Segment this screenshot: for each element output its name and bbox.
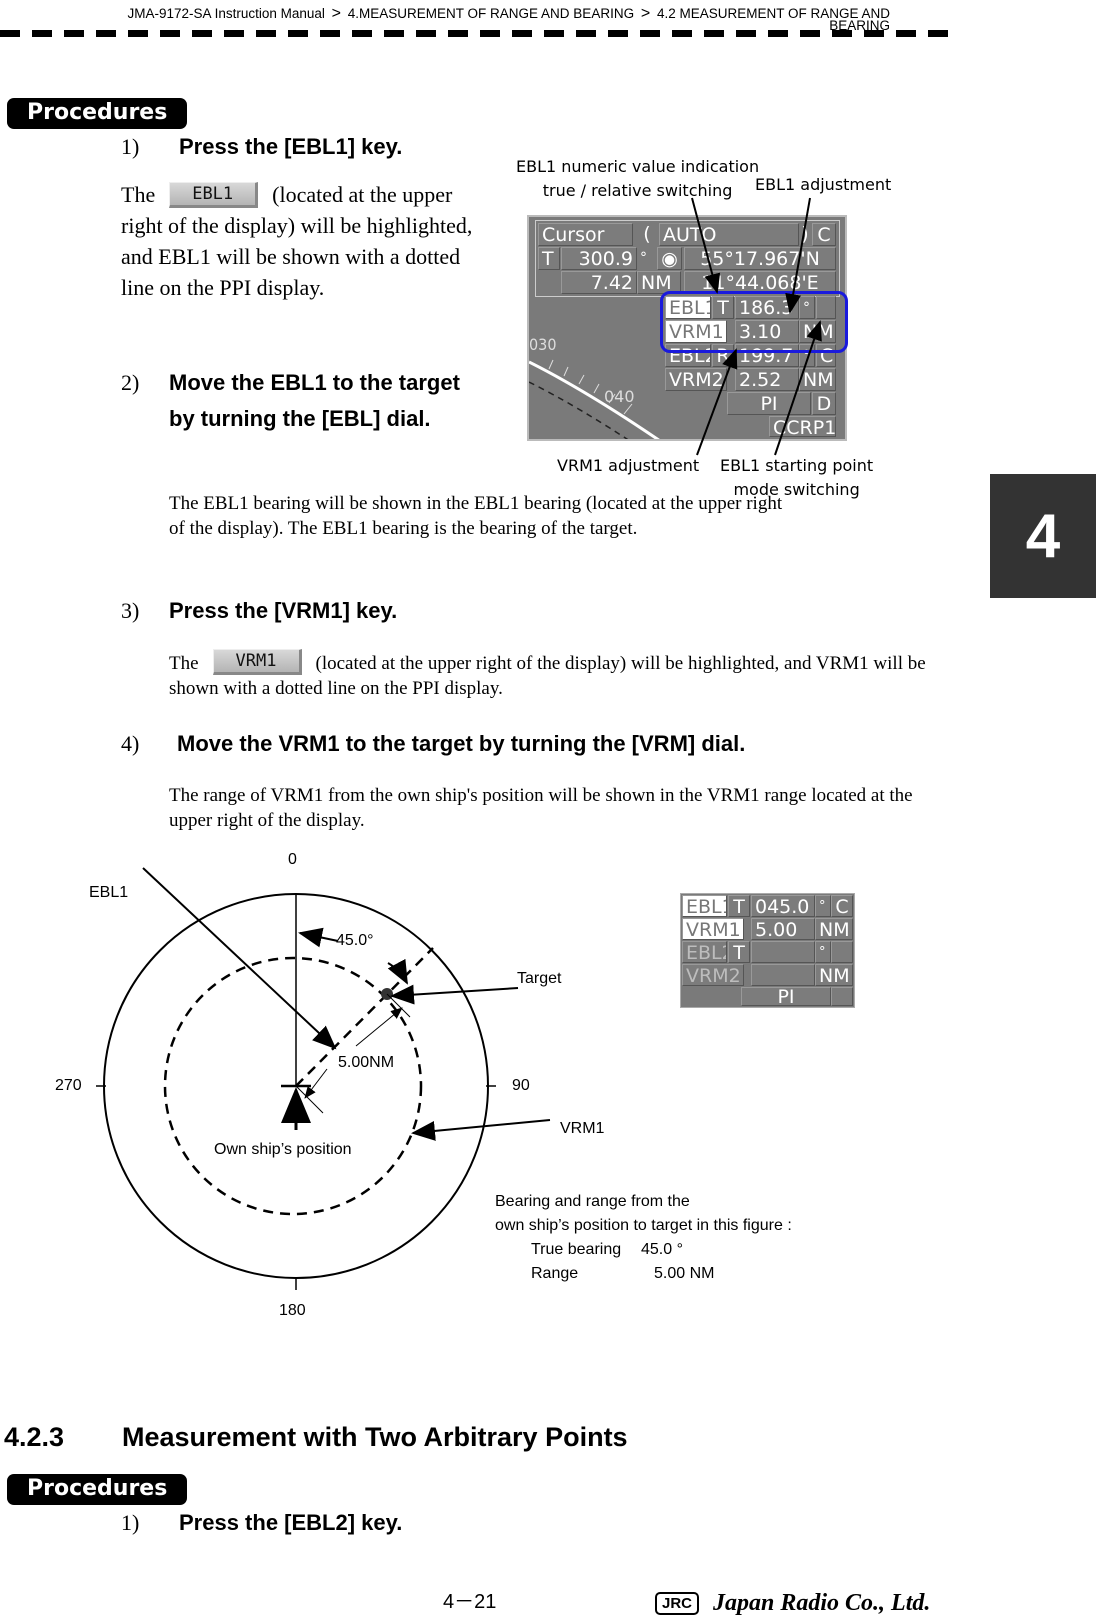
panel-blank-button[interactable]: [831, 987, 853, 1006]
bearing-180-label: 180: [279, 1302, 306, 1319]
section-heading: 4.2.3 Measurement with Two Arbitrary Poin…: [4, 1422, 628, 1453]
angle-arrow: [298, 927, 339, 948]
bearing-270-label: 270: [55, 1077, 82, 1094]
procedures-badge: Procedures: [7, 1474, 188, 1505]
section-step-1-heading: 1) Press the [EBL2] key.: [121, 1510, 402, 1536]
dim-arrow: [355, 1007, 403, 1047]
section-title: Measurement with Two Arbitrary Points: [122, 1422, 628, 1452]
summary-line: Bearing and range from the: [495, 1193, 690, 1210]
ebl1-label: EBL1: [89, 884, 129, 901]
degree-unit: °: [815, 895, 831, 917]
company-logo: JRC Japan Radio Co., Ltd.: [655, 1590, 930, 1617]
summary-bearing-row: True bearing 45.0 °: [495, 1238, 792, 1262]
summary-bearing-value: 45.0 °: [641, 1241, 683, 1258]
nm-unit: NM: [815, 964, 853, 986]
ebl2-bearing: [751, 941, 815, 963]
vrm1-pointer: [411, 1119, 551, 1141]
ebl1-true-relative-button[interactable]: T: [728, 895, 750, 917]
bearing-0-label: 0: [288, 851, 297, 868]
vrm2-button[interactable]: VRM2: [682, 964, 744, 986]
summary-range-row: Range 5.00 NM: [495, 1262, 792, 1286]
text: The: [169, 653, 199, 674]
ebl2-start-point-button[interactable]: [831, 941, 853, 963]
step-title: Move the VRM1 to the target by turning t…: [177, 731, 746, 756]
ebl1-bearing: 045.0: [751, 895, 815, 917]
step-4-text: The range of VRM1 from the own ship's po…: [169, 785, 913, 831]
nm-unit: NM: [815, 918, 853, 940]
step-number: 1): [121, 1510, 140, 1535]
summary-range-value: 5.00 NM: [654, 1265, 715, 1282]
company-name: Japan Radio Co., Ltd.: [713, 1590, 931, 1616]
vrm1-label: VRM1: [560, 1120, 605, 1137]
own-ship-label: Own ship’s position: [214, 1141, 352, 1158]
step-title: Press the [EBL2] key.: [179, 1510, 403, 1535]
step-3-heading: 3) Press the [VRM1] key.: [121, 598, 397, 624]
step-4-heading: 4) Move the VRM1 to the target by turning…: [121, 731, 745, 757]
ebl-vrm-panel: EBL1 T 045.0 ° C VRM1 5.00 NM EBL2 T ° V…: [680, 893, 855, 1008]
step-number: 3): [121, 598, 140, 623]
page-number: 4－21: [443, 1591, 497, 1613]
callout-arrows: [691, 197, 822, 456]
pi-button[interactable]: PI: [741, 987, 831, 1006]
target-pointer: [390, 984, 519, 1005]
ebl2-true-relative-button[interactable]: T: [728, 941, 750, 963]
ebl2-button[interactable]: EBL2: [682, 941, 727, 963]
callout-start-point: EBL1 starting point mode switching: [720, 456, 874, 499]
step-title: Press the [VRM1] key.: [169, 598, 398, 623]
section-number: 4.2.3: [4, 1422, 65, 1452]
vrm1-key-button[interactable]: VRM1: [212, 649, 302, 675]
dim-line: [295, 1085, 324, 1114]
degree-unit: °: [815, 941, 831, 963]
arrow: [691, 197, 721, 294]
step-3-text: The VRM1 (located at the upper right of th…: [169, 649, 949, 701]
summary-line: own ship’s position to target in this fi…: [495, 1217, 792, 1234]
angle-label: 45.0°: [336, 932, 374, 949]
vrm2-range: [751, 964, 815, 986]
jrc-logo-icon: JRC: [655, 1592, 700, 1615]
callout-vrm1-adjustment: VRM1 adjustment: [557, 456, 700, 475]
dim-line: [386, 993, 411, 1018]
ebl1-button[interactable]: EBL1: [682, 895, 727, 917]
arrow: [785, 197, 811, 314]
bearing-range-summary: Bearing and range from the own ship’s po…: [495, 1190, 792, 1286]
bearing-90-label: 90: [512, 1077, 530, 1094]
arrow: [696, 348, 738, 456]
vrm1-button[interactable]: VRM1: [682, 918, 744, 940]
step-number: 4): [121, 731, 140, 756]
range-label: 5.00NM: [338, 1054, 395, 1071]
angle-arrow: [387, 958, 408, 985]
summary-bearing-label: True bearing: [531, 1241, 622, 1258]
target-label: Target: [517, 970, 562, 987]
ebl1-c-button[interactable]: C: [831, 895, 853, 917]
summary-range-label: Range: [531, 1265, 579, 1282]
arrow: [774, 320, 822, 456]
vrm1-range: 5.00: [751, 918, 815, 940]
